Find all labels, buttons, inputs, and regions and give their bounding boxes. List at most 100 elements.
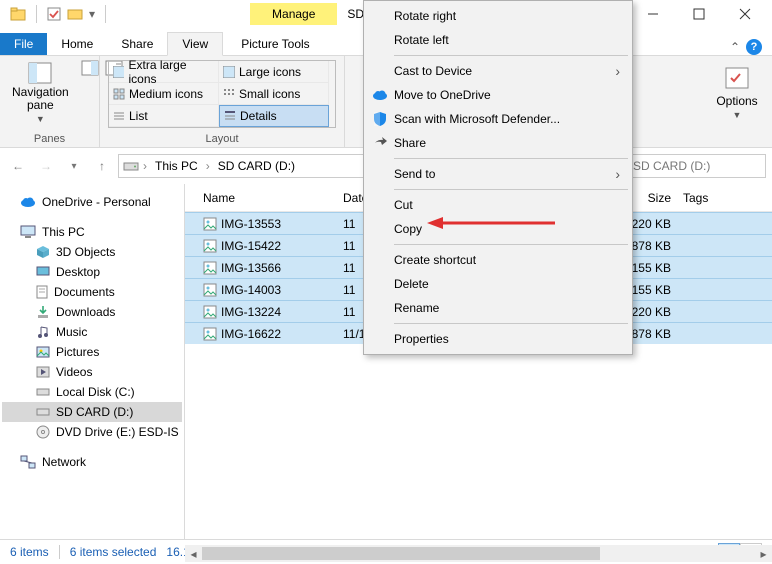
tree-3d-objects[interactable]: 3D Objects — [2, 242, 182, 262]
scroll-track[interactable] — [202, 545, 755, 562]
download-icon — [36, 305, 50, 319]
layout-extra-large-icons[interactable]: Extra large icons — [109, 61, 219, 83]
cloud-icon — [20, 196, 36, 208]
ctx-cast-to-device[interactable]: Cast to Device› — [366, 59, 630, 83]
layout-list[interactable]: List — [109, 105, 219, 127]
ctx-rename[interactable]: Rename — [366, 296, 630, 320]
ctx-share[interactable]: Share — [366, 131, 630, 155]
drive-icon — [123, 160, 139, 172]
image-file-icon — [203, 305, 217, 319]
forward-button[interactable]: → — [34, 154, 58, 178]
ctx-cut[interactable]: Cut — [366, 193, 630, 217]
layout-gallery[interactable]: Extra large icons Large icons Medium ico… — [108, 60, 336, 128]
col-tags[interactable]: Tags — [677, 191, 737, 205]
window-title: SD — [347, 7, 364, 21]
tree-dvd-drive[interactable]: DVD Drive (E:) ESD-IS — [2, 422, 182, 442]
scroll-left-icon[interactable]: ◂ — [185, 545, 202, 562]
tree-this-pc[interactable]: This PC — [2, 222, 182, 242]
ribbon-group-layout: Extra large icons Large icons Medium ico… — [100, 56, 345, 147]
tab-share[interactable]: Share — [107, 33, 167, 55]
tree-network[interactable]: Network — [2, 452, 182, 472]
tab-file[interactable]: File — [0, 33, 47, 55]
back-button[interactable]: ← — [6, 154, 30, 178]
horizontal-scrollbar[interactable]: ◂ ▸ — [185, 545, 772, 562]
ribbon-toggle-icon[interactable]: ⌃ — [730, 40, 740, 54]
checkbox-icon[interactable] — [47, 7, 61, 21]
recent-dropdown[interactable]: ▾ — [62, 154, 86, 178]
tree-local-disk-c[interactable]: Local Disk (C:) — [2, 382, 182, 402]
quick-access-toolbar: ▾ — [4, 5, 110, 23]
nav-pane-icon — [28, 62, 52, 84]
separator — [105, 5, 106, 23]
layout-large-icons[interactable]: Large icons — [219, 61, 329, 83]
cube-icon — [36, 245, 50, 259]
file-name: IMG-15422 — [221, 239, 281, 253]
tree-desktop[interactable]: Desktop — [2, 262, 182, 282]
help-icon[interactable]: ? — [746, 39, 762, 55]
options-icon — [723, 66, 751, 92]
tree-music[interactable]: Music — [2, 322, 182, 342]
ctx-copy[interactable]: Copy — [366, 217, 630, 241]
tab-view[interactable]: View — [167, 32, 223, 56]
crumb-this-pc[interactable]: This PC — [151, 157, 202, 175]
crumb-sd-card[interactable]: SD CARD (D:) — [214, 157, 299, 175]
options-button[interactable]: Options ▼ — [710, 60, 764, 120]
nav-tree[interactable]: OneDrive - Personal This PC 3D Objects D… — [0, 184, 185, 539]
separator — [394, 244, 628, 245]
folder-small-icon[interactable] — [67, 7, 83, 21]
col-name[interactable]: Name — [197, 191, 337, 205]
maximize-button[interactable] — [676, 0, 722, 28]
separator — [394, 158, 628, 159]
chevron-right-icon: › — [615, 166, 620, 182]
ribbon-group-panes: Navigation pane ▼ Panes — [0, 56, 100, 147]
image-file-icon — [203, 261, 217, 275]
tree-downloads[interactable]: Downloads — [2, 302, 182, 322]
status-selected-count: 6 items selected — [70, 545, 157, 559]
folder-icon — [10, 6, 26, 22]
videos-icon — [36, 366, 50, 378]
chevron-right-icon[interactable]: › — [206, 159, 210, 173]
manage-contextual-tab[interactable]: Manage — [250, 3, 337, 25]
tab-picture-tools[interactable]: Picture Tools — [227, 33, 323, 55]
ctx-scan-defender[interactable]: Scan with Microsoft Defender... — [366, 107, 630, 131]
ctx-move-to-onedrive[interactable]: Move to OneDrive — [366, 83, 630, 107]
ctx-delete[interactable]: Delete — [366, 272, 630, 296]
layout-medium-icons[interactable]: Medium icons — [109, 83, 219, 105]
close-button[interactable] — [722, 0, 768, 28]
minimize-button[interactable] — [630, 0, 676, 28]
image-file-icon — [203, 239, 217, 253]
tree-sd-card[interactable]: SD CARD (D:) — [2, 402, 182, 422]
image-file-icon — [203, 283, 217, 297]
separator — [36, 5, 37, 23]
ctx-properties[interactable]: Properties — [366, 327, 630, 351]
search-box[interactable]: SD CARD (D:) — [626, 154, 766, 178]
ctx-create-shortcut[interactable]: Create shortcut — [366, 248, 630, 272]
qat-dropdown-icon[interactable]: ▾ — [89, 7, 95, 21]
ctx-rotate-right[interactable]: Rotate right — [366, 4, 630, 28]
tree-onedrive[interactable]: OneDrive - Personal — [2, 192, 182, 212]
file-name: IMG-13553 — [221, 217, 281, 231]
chevron-right-icon[interactable]: › — [143, 159, 147, 173]
image-file-icon — [203, 327, 217, 341]
chevron-down-icon: ▼ — [36, 114, 45, 124]
layout-small-icons[interactable]: Small icons — [219, 83, 329, 105]
tree-documents[interactable]: Documents — [2, 282, 182, 302]
status-item-count: 6 items — [10, 545, 49, 559]
ctx-rotate-left[interactable]: Rotate left — [366, 28, 630, 52]
up-button[interactable]: ↑ — [90, 154, 114, 178]
preview-pane-icon[interactable] — [81, 60, 99, 126]
group-label-panes: Panes — [8, 133, 91, 145]
tab-home[interactable]: Home — [47, 33, 107, 55]
navigation-pane-button[interactable]: Navigation pane ▼ — [8, 60, 73, 126]
tree-videos[interactable]: Videos — [2, 362, 182, 382]
cloud-icon — [371, 89, 389, 101]
network-icon — [20, 455, 36, 469]
ctx-send-to[interactable]: Send to› — [366, 162, 630, 186]
separator — [394, 55, 628, 56]
tree-pictures[interactable]: Pictures — [2, 342, 182, 362]
drive-icon — [36, 387, 50, 397]
scroll-right-icon[interactable]: ▸ — [755, 545, 772, 562]
layout-details[interactable]: Details — [219, 105, 329, 127]
scroll-thumb[interactable] — [202, 547, 600, 560]
disc-icon — [36, 425, 50, 439]
